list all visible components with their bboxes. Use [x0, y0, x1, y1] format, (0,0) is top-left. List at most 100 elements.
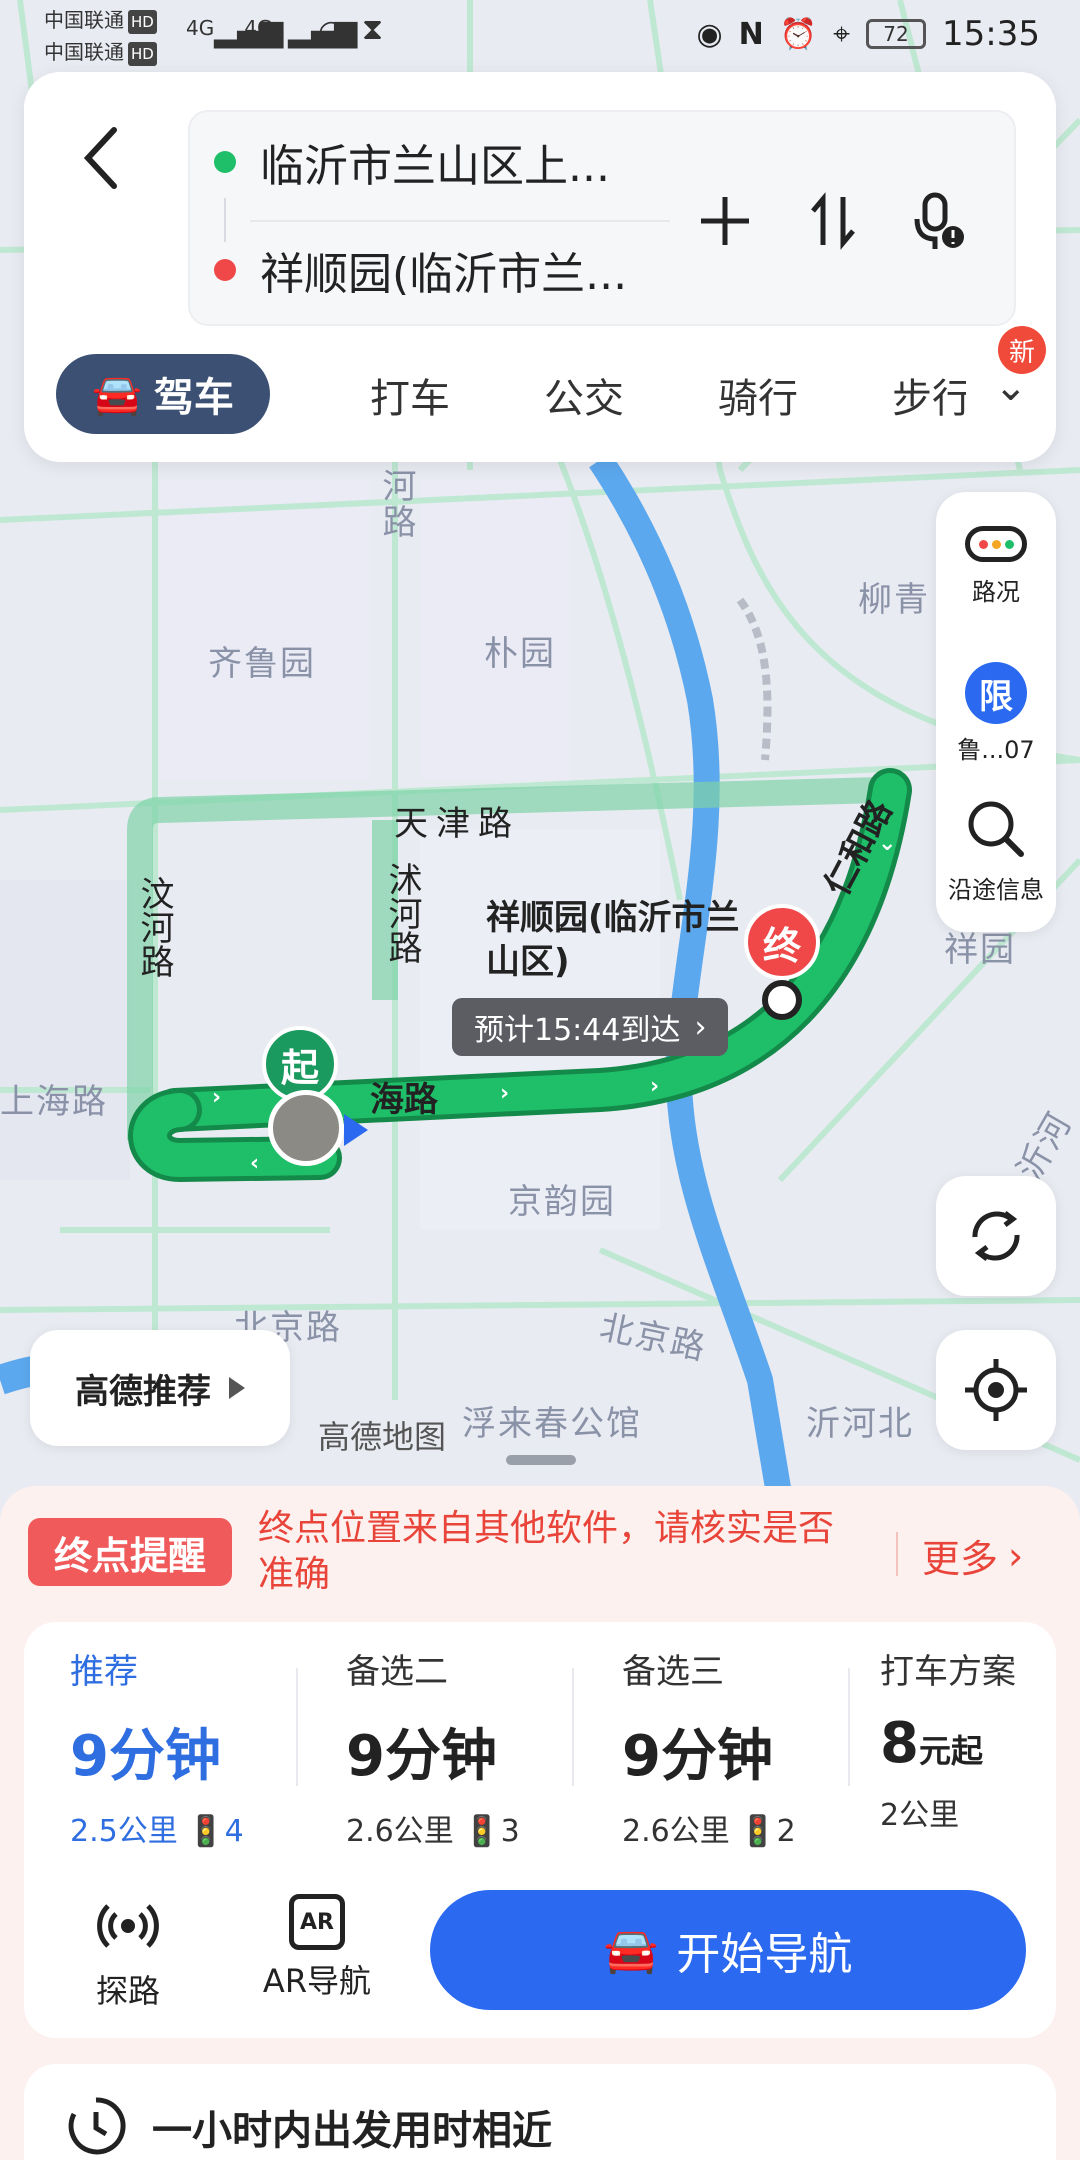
map-label-liuqing: 柳青 — [858, 580, 930, 620]
taxi-price: 8 — [880, 1711, 919, 1776]
wifi-icon: ◠ — [318, 14, 345, 49]
tab-drive[interactable]: 🚘 驾车 — [56, 354, 270, 434]
plan-time: 9分钟 — [622, 1724, 773, 1789]
eta-chip[interactable]: 预计15:44到达 › — [452, 998, 729, 1056]
origin-field[interactable]: 临沂市兰山区上... — [214, 130, 610, 194]
destination-field[interactable]: 祥顺园(临沂市兰... — [214, 238, 627, 302]
plan-distance: 2.6公里 — [346, 1814, 454, 1849]
origin-text: 临沂市兰山区上... — [260, 141, 610, 192]
map-label-shanghai-left: 上海路 — [0, 1082, 108, 1122]
ar-nav-button[interactable]: AR AR导航 — [242, 1894, 392, 2002]
refresh-route-button[interactable] — [936, 1176, 1056, 1296]
alarm-icon: ⏰ — [779, 16, 818, 52]
back-button[interactable] — [64, 118, 144, 198]
tab-taxi[interactable]: 打车 — [370, 366, 450, 424]
explore-label: 探路 — [95, 1972, 160, 2010]
gaode-map-watermark: 高德地图 — [318, 1418, 447, 1456]
plan-lights: 2 — [776, 1814, 796, 1849]
crosshair-icon — [965, 1359, 1027, 1421]
restriction-info[interactable]: 限 鲁...07 — [936, 662, 1056, 765]
departure-hint: 一小时内出发用时相近 — [152, 2108, 552, 2154]
car-icon: 🚘 — [603, 1925, 659, 1976]
ar-icon: AR — [289, 1894, 345, 1950]
hd-badge-1: HD — [128, 10, 157, 34]
map-label-river-road: 河路 — [376, 468, 416, 540]
map-label-jingyun: 京韵园 — [508, 1182, 616, 1222]
plan-option-3[interactable]: 备选三 9分钟 2.6公里 🚦2 — [622, 1644, 872, 1850]
alert-more-button[interactable]: 更多 › — [922, 1528, 1023, 1583]
microphone-icon — [914, 192, 964, 249]
explore-button[interactable]: 探路 — [68, 1894, 188, 2012]
user-avatar-icon — [268, 1090, 344, 1166]
swap-route-button[interactable] — [798, 186, 868, 256]
tab-walk[interactable]: 步行 — [892, 366, 966, 424]
refresh-icon — [972, 1211, 1020, 1261]
location-icon: ⌖ — [833, 16, 851, 52]
network-1: 4G — [186, 16, 215, 40]
map-label-tianjin: 天津路 — [394, 804, 520, 844]
traffic-label: 路况 — [972, 578, 1020, 606]
restriction-label: 鲁...07 — [957, 736, 1035, 764]
end-marker[interactable]: 终 — [744, 904, 820, 980]
locate-me-button[interactable] — [936, 1330, 1056, 1450]
svg-text:›: › — [650, 1074, 659, 1099]
map-label-wenhe: 汶河路 — [134, 876, 174, 978]
battery-icon: 72 — [866, 19, 927, 49]
destination-point-icon — [762, 980, 802, 1020]
map-label-puyuan: 朴园 — [484, 634, 556, 674]
gaode-recommend-label: 高德推荐 — [75, 1371, 211, 1412]
svg-text:‹: ‹ — [250, 1151, 259, 1176]
tab-bike[interactable]: 骑行 — [718, 366, 798, 424]
plan-option-1[interactable]: 推荐 9分钟 2.5公里 🚦4 — [70, 1644, 320, 1850]
plan-time: 9分钟 — [70, 1724, 221, 1789]
voice-input-button[interactable] — [904, 186, 974, 256]
tab-transit[interactable]: 公交 — [544, 366, 624, 424]
route-search-card: 临沂市兰山区上... 祥顺园(临沂市兰... 🚘 驾车 打车 公交 骑行 步行 … — [24, 72, 1056, 462]
traffic-lights-icon: 🚦 — [739, 1814, 777, 1849]
plan-option-2[interactable]: 备选二 9分钟 2.6公里 🚦3 — [346, 1644, 596, 1850]
swap-icon — [811, 192, 855, 250]
plus-icon — [701, 197, 749, 245]
traffic-lights-icon: 🚦 — [187, 1814, 225, 1849]
map-label-shanghai: 海路 — [370, 1080, 438, 1120]
hourglass-icon: ⧗ — [362, 12, 384, 47]
destination-text: 祥顺园(临沂市兰... — [260, 249, 628, 300]
chevron-right-icon: › — [1008, 1533, 1024, 1578]
car-icon: 🚘 — [92, 371, 142, 418]
tab-drive-label: 驾车 — [153, 375, 234, 421]
clock: 15:35 — [942, 14, 1040, 54]
map-label-qilu: 齐鲁园 — [208, 644, 316, 684]
traffic-toggle[interactable]: 路况 — [936, 526, 1056, 607]
taxi-plan-option[interactable]: 打车方案 8元起 2公里 — [880, 1644, 1050, 1834]
origin-dot-icon — [214, 151, 236, 173]
clock-icon — [68, 2097, 126, 2155]
search-icon — [968, 801, 1024, 857]
plan-name: 推荐 — [70, 1652, 138, 1692]
sheet-drag-handle[interactable] — [506, 1455, 576, 1465]
carrier-1: 中国联通 — [44, 8, 124, 32]
map-label-fulai: 浮来春公馆 — [462, 1404, 642, 1444]
back-arrow-icon — [83, 127, 117, 189]
plan-name: 备选三 — [622, 1652, 724, 1692]
alert-more-label: 更多 — [922, 1537, 999, 1581]
route-options-card: 推荐 9分钟 2.5公里 🚦4 备选二 9分钟 2.6公里 🚦3 备选三 9分钟… — [24, 1622, 1056, 2038]
eye-icon: ◉ — [696, 16, 723, 52]
carrier-2: 中国联通 — [44, 40, 124, 64]
signal-icon: ▂▄▆ — [214, 14, 284, 49]
gaode-recommend-button[interactable]: 高德推荐 — [30, 1330, 290, 1446]
departure-time-card[interactable]: 一小时内出发用时相近 — [24, 2064, 1056, 2160]
plan-distance: 2.5公里 — [70, 1814, 178, 1849]
map-tools-panel: 路况 限 鲁...07 沿途信息 — [936, 492, 1056, 932]
map-label-yihe: 沂河北 — [806, 1404, 914, 1444]
plan-lights: 4 — [224, 1814, 244, 1849]
plan-time: 9分钟 — [346, 1724, 497, 1789]
play-triangle-icon — [229, 1377, 245, 1399]
destination-callout: 祥顺园(临沂市兰山区) — [486, 898, 740, 982]
hd-badge-2: HD — [128, 42, 157, 66]
start-navigation-label: 开始导航 — [676, 1929, 853, 1980]
along-route-search[interactable]: 沿途信息 — [936, 794, 1056, 905]
start-navigation-button[interactable]: 🚘 开始导航 — [430, 1890, 1026, 2010]
destination-alert-text: 终点位置来自其他软件，请核实是否准确 — [258, 1508, 835, 1595]
add-waypoint-button[interactable] — [690, 186, 760, 256]
svg-text:›: › — [212, 1085, 221, 1110]
